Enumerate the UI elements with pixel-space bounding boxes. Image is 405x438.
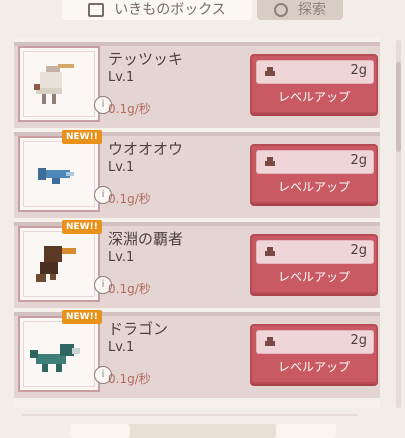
cost-value: 2g bbox=[350, 153, 367, 168]
creature-thumbnail[interactable] bbox=[18, 46, 100, 122]
toucan-icon bbox=[36, 246, 76, 282]
tab-creature-box-label: いきものボックス bbox=[114, 2, 226, 18]
level-up-button[interactable]: 2g レベルアップ bbox=[250, 54, 378, 114]
next-page-button[interactable] bbox=[276, 424, 336, 438]
woodpecker-icon bbox=[34, 64, 74, 104]
creature-rate: 0.1g/秒 bbox=[108, 372, 151, 386]
creature-card: NEW!! i 深淵の覇者 Lv.1 0.1g/秒 2g レベルアップ bbox=[14, 220, 380, 308]
creature-level: Lv.1 bbox=[108, 160, 135, 175]
cost-box: 2g bbox=[256, 60, 374, 84]
creature-thumbnail[interactable] bbox=[18, 226, 100, 302]
level-up-button[interactable]: 2g レベルアップ bbox=[250, 324, 378, 384]
scroll-thumb[interactable] bbox=[396, 62, 401, 152]
tab-bar: いきものボックス 探索 bbox=[0, 0, 405, 22]
creature-rate: 0.1g/秒 bbox=[108, 102, 151, 116]
creature-name: 深淵の覇者 bbox=[108, 230, 184, 248]
creature-level: Lv.1 bbox=[108, 70, 135, 85]
cost-value: 2g bbox=[350, 333, 367, 348]
creature-thumbnail[interactable] bbox=[18, 316, 100, 392]
creature-rate: 0.1g/秒 bbox=[108, 192, 151, 206]
new-badge: NEW!! bbox=[62, 130, 102, 144]
box-icon bbox=[88, 3, 105, 17]
creature-card: NEW!! i ドラゴン Lv.1 0.1g/秒 2g レベルアップ bbox=[14, 310, 380, 398]
fish-icon bbox=[38, 168, 74, 184]
level-up-button[interactable]: 2g レベルアップ bbox=[250, 144, 378, 204]
coin-icon bbox=[265, 247, 275, 256]
level-up-button[interactable]: 2g レベルアップ bbox=[250, 234, 378, 294]
prev-page-button[interactable] bbox=[70, 424, 130, 438]
creature-name: ドラゴン bbox=[108, 320, 169, 338]
coin-icon bbox=[265, 67, 275, 76]
creature-card: NEW!! i ウオオオウ Lv.1 0.1g/秒 2g レベルアップ bbox=[14, 130, 380, 218]
level-up-label: レベルアップ bbox=[277, 90, 350, 104]
tab-creature-box[interactable]: いきものボックス bbox=[62, 0, 252, 20]
coin-icon bbox=[265, 337, 275, 346]
level-up-label: レベルアップ bbox=[277, 180, 350, 194]
creature-level: Lv.1 bbox=[108, 250, 135, 265]
cost-box: 2g bbox=[256, 330, 374, 354]
scrollbar[interactable] bbox=[396, 40, 401, 408]
creature-rate: 0.1g/秒 bbox=[108, 282, 151, 296]
search-icon bbox=[274, 3, 288, 17]
new-badge: NEW!! bbox=[62, 220, 102, 234]
creature-name: テッツッキ bbox=[108, 50, 184, 68]
creature-level: Lv.1 bbox=[108, 340, 135, 355]
level-up-label: レベルアップ bbox=[277, 270, 350, 284]
cost-box: 2g bbox=[256, 150, 374, 174]
tab-explore-label: 探索 bbox=[298, 2, 326, 18]
new-badge: NEW!! bbox=[62, 310, 102, 324]
creature-name: ウオオオウ bbox=[108, 140, 184, 158]
cost-value: 2g bbox=[350, 243, 367, 258]
cost-value: 2g bbox=[350, 63, 367, 78]
level-up-label: レベルアップ bbox=[277, 360, 350, 374]
creature-card: i テッツッキ Lv.1 0.1g/秒 2g レベルアップ bbox=[14, 42, 380, 128]
cost-box: 2g bbox=[256, 240, 374, 264]
dragon-icon bbox=[30, 344, 80, 372]
tab-explore[interactable]: 探索 bbox=[257, 0, 343, 20]
coin-icon bbox=[265, 157, 275, 166]
creature-thumbnail[interactable] bbox=[18, 136, 100, 212]
